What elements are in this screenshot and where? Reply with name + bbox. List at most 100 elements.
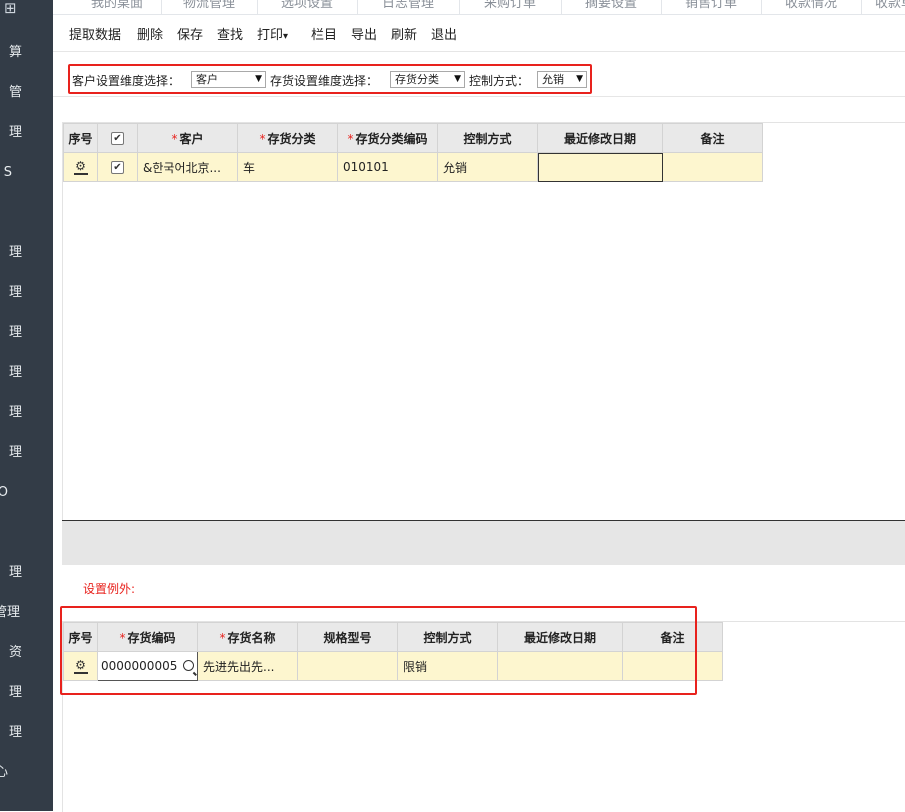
sidebar-item[interactable]: 理 [0,724,22,742]
exit-button[interactable]: 退出 [431,26,457,46]
tab-desktop[interactable]: 我的桌面 [73,0,162,14]
left-sidebar: ⊞ 算 管 理 S 理 理 理 理 理 理 O 理 管理 资 理 理 心 [0,0,53,811]
sidebar-item[interactable]: 算 [0,44,22,62]
cell-last-modified[interactable] [497,651,623,681]
search-icon[interactable] [183,660,194,671]
tab-collection-status[interactable]: 收款情况 [761,0,862,14]
sidebar-item[interactable]: 理 [0,124,22,142]
required-marker: * [259,131,266,146]
select-all-checkbox[interactable]: ✔ [111,132,124,145]
cell-control-mode[interactable]: 限销 [397,651,498,681]
cell-control-mode[interactable]: 允销 [437,152,538,182]
col-last-modified[interactable]: 最近修改日期 [497,622,623,652]
col-customer[interactable]: * 客户 [137,123,238,153]
inventory-dimension-label: 存货设置维度选择： [270,74,379,88]
inventory-dimension-select[interactable]: 存货分类 ▼ [390,71,465,88]
tab-log[interactable]: 日志管理 [357,0,460,14]
col-inventory-class[interactable]: * 存货分类 [237,123,338,153]
col-control-mode[interactable]: 控制方式 [397,622,498,652]
col-spec[interactable]: 规格型号 [297,622,398,652]
customer-dimension-label: 客户设置维度选择： [72,74,181,88]
delete-button[interactable]: 删除 [137,26,163,46]
customer-dimension-value: 客户 [196,73,218,86]
sidebar-item[interactable]: 管 [0,84,22,102]
required-marker: * [171,131,178,146]
sidebar-item[interactable]: 理 [0,444,22,462]
col-select-all[interactable]: ✔ [97,123,138,153]
cell-last-modified[interactable] [537,152,663,182]
control-mode-select[interactable]: 允销 ▼ [537,71,587,88]
sidebar-item[interactable]: 理 [0,244,22,262]
row-checkbox[interactable]: ✔ [111,161,124,174]
inventory-dimension-value: 存货分类 [395,73,439,86]
sidebar-item[interactable]: 理 [0,324,22,342]
fetch-data-button[interactable]: 提取数据 [69,26,121,46]
cell-customer[interactable]: &한국어北京... [137,152,238,182]
export-button[interactable]: 导出 [351,26,377,46]
sidebar-item[interactable]: 理 [0,564,22,582]
toolbar-divider [53,51,905,52]
find-button[interactable]: 查找 [217,26,243,46]
customer-dimension-select[interactable]: 客户 ▼ [191,71,266,88]
add-page-icon[interactable]: ⊞ [4,0,24,16]
tab-logistics[interactable]: 物流管理 [161,0,258,14]
sidebar-item[interactable]: O [0,484,8,502]
cell-inventory-class-code[interactable]: 010101 [337,152,438,182]
row-settings-cell[interactable]: ⚙ [63,152,98,182]
cell-spec[interactable] [297,651,398,681]
tab-sales-order[interactable]: 销售订单 [661,0,762,14]
col-last-modified[interactable]: 最近修改日期 [537,123,663,153]
control-settings-grid-area: 序号 ✔ * 客户 * 存货分类 * 存货分类编码 控制方式 最近修改日期 备注 ⚙ … [62,122,905,521]
exception-grid-area: 序号 * 存货编码 * 存货名称 规格型号 控制方式 最近修改日期 备注 ⚙ 000… [62,621,905,812]
cell-remark[interactable] [662,152,763,182]
sidebar-item[interactable]: 理 [0,284,22,302]
col-control-mode[interactable]: 控制方式 [437,123,538,153]
col-seq: 序号 [63,622,98,652]
sidebar-item[interactable]: 理 [0,364,22,382]
table-row[interactable]: ⚙ ✔ &한국어北京... 车 010101 允销 [63,152,763,182]
columns-button[interactable]: 栏目 [311,26,337,46]
tab-receipt[interactable]: 收款单 [861,0,905,14]
sidebar-item[interactable]: 理 [0,684,22,702]
col-remark[interactable]: 备注 [622,622,723,652]
exception-section-label: 设置例外: [83,582,136,596]
sidebar-item[interactable]: 管理 [0,604,20,622]
col-inventory-name-label: 存货名称 [227,630,276,645]
col-remark[interactable]: 备注 [662,123,763,153]
sidebar-item[interactable]: S [0,164,12,182]
tab-strip: 我的桌面 物流管理 选项设置 日志管理 采购订单 摘要设置 销售订单 收款情况 … [53,0,905,15]
exception-grid: 序号 * 存货编码 * 存货名称 规格型号 控制方式 最近修改日期 备注 ⚙ 000… [63,622,723,681]
tab-purchase-order[interactable]: 采购订单 [459,0,562,14]
refresh-button[interactable]: 刷新 [391,26,417,46]
cell-remark[interactable] [622,651,723,681]
save-button[interactable]: 保存 [177,26,203,46]
cell-inventory-name[interactable]: 先进先出先... [197,651,298,681]
dropdown-arrow-icon: ▼ [454,74,461,84]
toolbar: 提取数据 删除 保存 查找 打印▾ 栏目 导出 刷新 退出 [53,22,905,50]
col-inventory-class-code-label: 存货分类编码 [355,131,428,146]
col-inventory-class-code[interactable]: * 存货分类编码 [337,123,438,153]
row-select-cell[interactable]: ✔ [97,152,138,182]
grid-header-row: 序号 ✔ * 客户 * 存货分类 * 存货分类编码 控制方式 最近修改日期 备注 [63,123,763,153]
inventory-code-input[interactable]: 0000000005 [101,659,181,673]
sidebar-item[interactable]: 心 [0,764,8,782]
chevron-down-icon: ▾ [283,31,289,42]
sidebar-item[interactable]: 理 [0,404,22,422]
required-marker: * [219,630,226,645]
col-seq: 序号 [63,123,98,153]
tab-summary[interactable]: 摘要设置 [561,0,662,14]
col-inventory-class-label: 存货分类 [267,131,316,146]
row-settings-icon[interactable]: ⚙ [73,159,88,175]
sidebar-item[interactable]: 资 [0,644,22,662]
col-inventory-code[interactable]: * 存货编码 [97,622,198,652]
grid-header-row: 序号 * 存货编码 * 存货名称 规格型号 控制方式 最近修改日期 备注 [63,622,723,652]
cell-inventory-class[interactable]: 车 [237,152,338,182]
tab-options[interactable]: 选项设置 [257,0,358,14]
col-inventory-name[interactable]: * 存货名称 [197,622,298,652]
cell-inventory-code[interactable]: 0000000005 [97,651,198,681]
table-row[interactable]: ⚙ 0000000005 先进先出先... 限销 [63,651,723,681]
row-settings-icon[interactable]: ⚙ [73,658,88,674]
required-marker: * [119,630,126,645]
row-settings-cell[interactable]: ⚙ [63,651,98,681]
print-button[interactable]: 打印▾ [257,26,288,46]
